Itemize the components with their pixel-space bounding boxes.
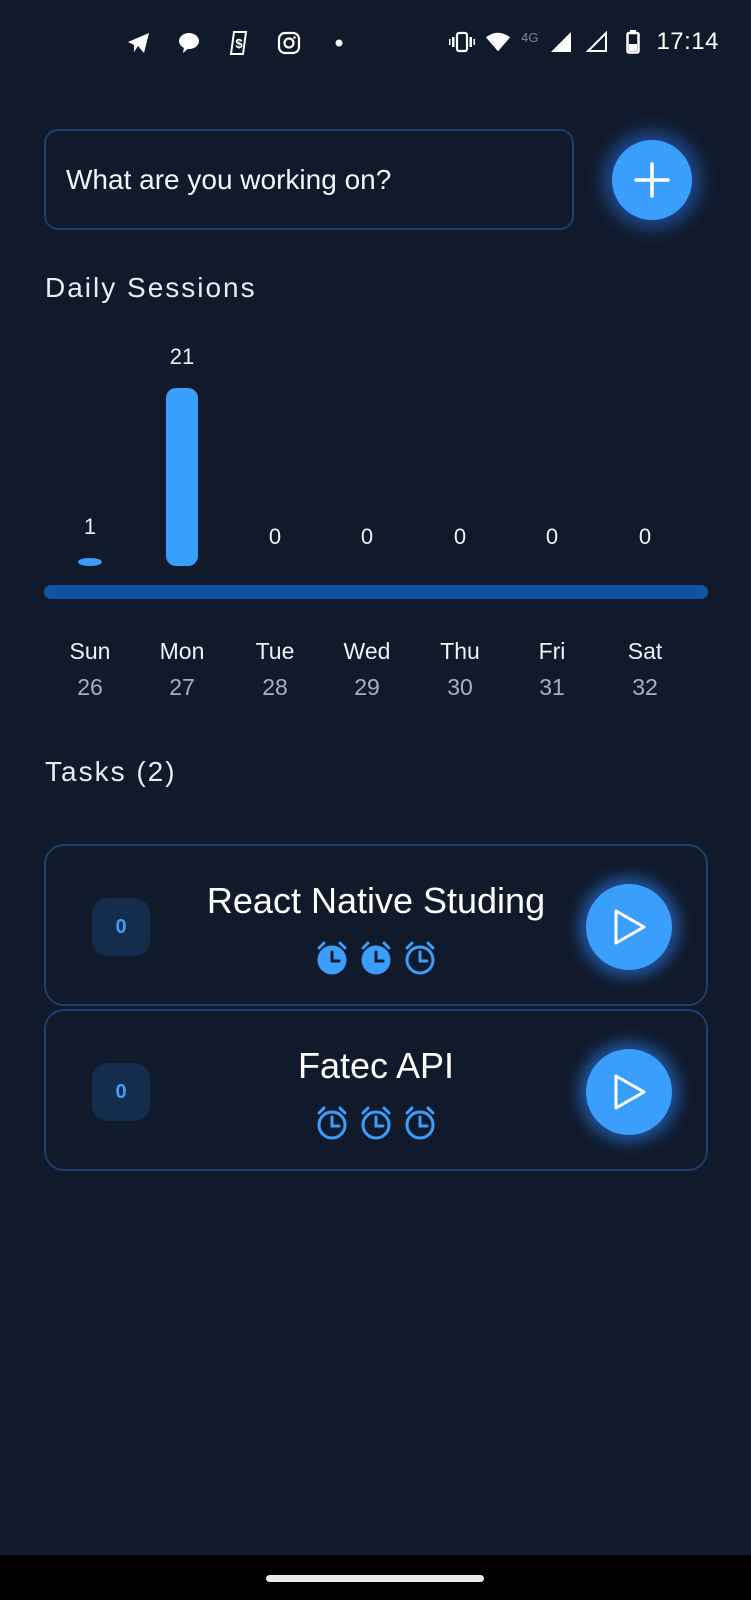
task-input-container[interactable] [44,129,574,230]
task-card[interactable]: 0 Fatec API [44,1009,708,1171]
bar-sun [78,558,102,566]
alarm-clock-outline-icon [405,1106,435,1140]
network-type-label: 4G [521,29,539,45]
x-tick-day-label: Thu [440,638,480,664]
x-tick-date-label: 32 [632,674,658,700]
daily-sessions-chart: 1 Sun 26 21 Mon 27 0 Tue 28 0 Wed 29 0 Thu 30 0 Fri 31 0 Sa… [44,340,708,710]
wifi-icon [485,29,511,55]
bar-value-label: 21 [169,344,195,369]
alarm-clock-filled-icon [317,941,347,975]
x-tick-date-label: 30 [447,674,473,700]
notification-dot-icon [326,30,352,56]
bar-value-label: 1 [83,514,97,539]
task-name-input[interactable] [66,163,552,196]
bar-value-label: 0 [545,524,559,549]
x-tick-day-label: Sat [627,638,663,664]
start-task-button[interactable] [586,1049,672,1135]
add-task-button[interactable] [612,140,692,220]
x-tick-date-label: 29 [354,674,380,700]
x-tick-day-label: Tue [255,638,295,664]
battery-icon [620,29,646,55]
alarm-clock-outline-icon [361,1106,391,1140]
x-tick-date-label: 27 [169,674,195,700]
chart-canvas [44,388,708,599]
x-tick-date-label: 26 [77,674,103,700]
alarm-clock-filled-icon [361,941,391,975]
navigation-bar [0,1555,751,1600]
chat-bubble-icon [176,30,202,56]
bar-mon [166,388,198,566]
x-tick-date-label: 28 [262,674,288,700]
bar-value-label: 0 [453,524,467,549]
task-card[interactable]: 0 React Native Studing [44,844,708,1006]
play-icon [614,909,646,945]
chart-baseline [44,585,708,599]
instagram-icon [276,30,302,56]
x-tick-day-label: Mon [159,638,205,664]
alarm-clock-outline-icon [405,941,435,975]
notification-icons: $ [126,30,352,56]
bar-value-label: 0 [360,524,374,549]
alarm-clock-outline-icon [317,1106,347,1140]
start-task-button[interactable] [586,884,672,970]
money-app-icon: $ [226,30,252,56]
system-icons: 4G 17:14 [449,28,719,56]
svg-text:$: $ [235,36,243,51]
x-tick-day-label: Fri [538,638,566,664]
signal-empty-icon [584,29,610,55]
telegram-icon [126,30,152,56]
home-gesture-handle[interactable] [266,1575,484,1582]
daily-sessions-title: Daily Sessions [45,272,257,303]
vibrate-icon [449,29,476,55]
plus-icon [634,162,670,198]
tasks-title: Tasks (2) [45,756,177,787]
x-tick-date-label: 31 [539,674,565,700]
clock: 17:14 [656,28,719,55]
bar-value-label: 0 [268,524,282,549]
status-bar: $ 4G 17:14 [0,0,751,86]
x-tick-day-label: Sun [69,638,111,664]
bar-value-label: 0 [638,524,652,549]
signal-full-icon [548,29,574,55]
play-icon [614,1074,646,1110]
x-tick-day-label: Wed [343,638,391,664]
